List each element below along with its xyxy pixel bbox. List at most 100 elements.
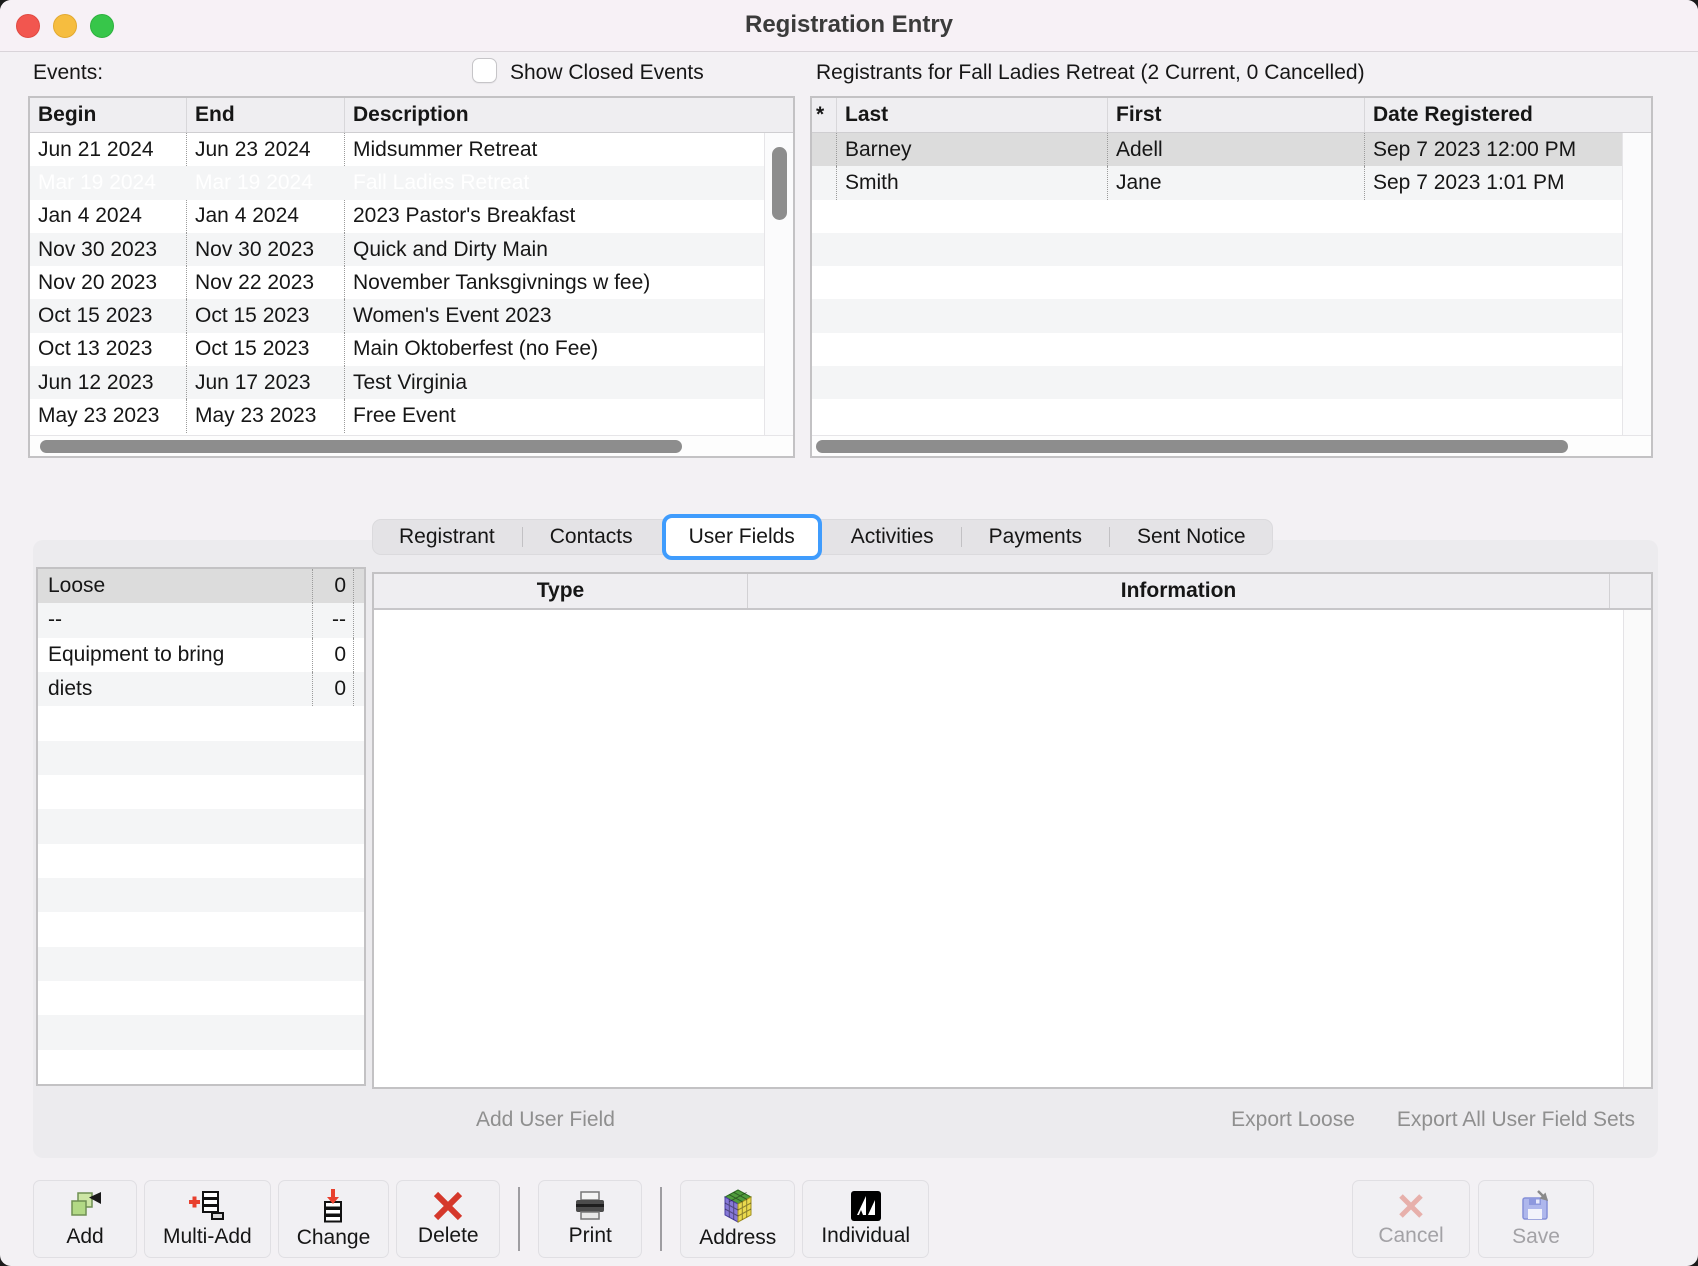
individual-button-label: Individual (821, 1224, 910, 1248)
event-row[interactable]: May 23 2023 May 23 2023 Free Event (30, 399, 764, 432)
individual-button[interactable]: Individual (802, 1180, 929, 1258)
empty-row (38, 947, 364, 981)
events-vertical-scrollbar-thumb[interactable] (772, 147, 787, 220)
field-set-row[interactable]: -- -- (38, 603, 364, 637)
tab-registrant[interactable]: Registrant (372, 519, 522, 555)
field-set-count: 0 (312, 672, 354, 706)
column-header-information[interactable]: Information (748, 574, 1609, 608)
save-button-label: Save (1512, 1225, 1560, 1249)
column-header-last[interactable]: Last (837, 98, 1108, 132)
column-header-description[interactable]: Description (345, 98, 793, 132)
field-set-count: 0 (312, 569, 354, 603)
registrants-horizontal-scrollbar-thumb[interactable] (816, 440, 1568, 453)
add-user-field-button[interactable]: Add User Field (476, 1108, 615, 1132)
event-row[interactable]: Nov 20 2023 Nov 22 2023 November Tanksgi… (30, 266, 764, 299)
multi-add-button-label: Multi-Add (163, 1225, 252, 1249)
field-set-row[interactable]: diets 0 (38, 672, 364, 706)
export-all-user-field-sets-button[interactable]: Export All User Field Sets (1397, 1108, 1635, 1132)
column-header-star[interactable]: * (812, 98, 837, 132)
event-row-selected[interactable]: Mar 19 2024 Mar 19 2024 Fall Ladies Retr… (30, 166, 764, 199)
empty-row (38, 912, 364, 946)
cell-description: Midsummer Retreat (345, 133, 764, 166)
tab-user-fields[interactable]: User Fields (662, 514, 822, 560)
cancel-button-label: Cancel (1378, 1224, 1443, 1248)
field-set-row-selected[interactable]: Loose 0 (38, 569, 364, 603)
registrants-horizontal-scrollbar (812, 435, 1651, 456)
registrants-table-body: Barney Adell Sep 7 2023 12:00 PM Smith J… (812, 133, 1622, 435)
events-horizontal-scrollbar-thumb[interactable] (40, 440, 682, 453)
registrant-row[interactable]: Smith Jane Sep 7 2023 1:01 PM (812, 166, 1622, 199)
empty-row (38, 706, 364, 740)
cell-description: Free Event (345, 399, 764, 432)
registrant-row-selected[interactable]: Barney Adell Sep 7 2023 12:00 PM (812, 133, 1622, 166)
multi-add-button[interactable]: Multi-Add (144, 1180, 271, 1258)
tab-contacts[interactable]: Contacts (523, 519, 660, 555)
add-button[interactable]: Add (33, 1180, 137, 1258)
registrants-title: Registrants for Fall Ladies Retreat (2 C… (816, 61, 1365, 85)
cell-begin: Jun 12 2023 (30, 366, 187, 399)
individual-icon (851, 1191, 881, 1221)
event-row[interactable]: Jun 21 2024 Jun 23 2024 Midsummer Retrea… (30, 133, 764, 166)
toolbar-divider (660, 1187, 662, 1251)
column-header-begin[interactable]: Begin (30, 98, 187, 132)
cell-begin: May 23 2023 (30, 399, 187, 432)
cell-description: Quick and Dirty Main (345, 233, 764, 266)
event-row[interactable]: Oct 15 2023 Oct 15 2023 Women's Event 20… (30, 299, 764, 332)
export-loose-button[interactable]: Export Loose (1231, 1108, 1355, 1132)
events-vertical-scrollbar (764, 133, 793, 435)
cell-end: Jun 17 2023 (187, 366, 345, 399)
cell-description: 2023 Pastor's Breakfast (345, 200, 764, 233)
cell-description: Fall Ladies Retreat (345, 166, 764, 199)
field-set-name: diets (38, 677, 312, 701)
event-row[interactable]: Jun 12 2023 Jun 17 2023 Test Virginia (30, 366, 764, 399)
cancel-icon (1396, 1191, 1426, 1221)
cell-begin: Oct 13 2023 (30, 333, 187, 366)
window-title: Registration Entry (0, 11, 1698, 39)
field-set-name: Equipment to bring (38, 643, 312, 667)
empty-row (38, 741, 364, 775)
print-button[interactable]: Print (538, 1180, 642, 1258)
empty-row (38, 878, 364, 912)
user-fields-table-body[interactable] (374, 610, 1623, 1087)
event-row[interactable]: Jan 4 2024 Jan 4 2024 2023 Pastor's Brea… (30, 200, 764, 233)
column-header-first[interactable]: First (1108, 98, 1365, 132)
cancel-button[interactable]: Cancel (1352, 1180, 1470, 1258)
column-header-date-registered[interactable]: Date Registered (1365, 98, 1651, 132)
field-set-count: -- (312, 603, 354, 637)
event-row[interactable]: Nov 30 2023 Nov 30 2023 Quick and Dirty … (30, 233, 764, 266)
tab-bar: Registrant Contacts User Fields Activiti… (372, 519, 1273, 555)
show-closed-events-checkbox[interactable] (472, 58, 497, 83)
change-button[interactable]: Change (278, 1180, 390, 1258)
cell-begin: Oct 15 2023 (30, 299, 187, 332)
cell-description: November Tanksgivnings w fee) (345, 266, 764, 299)
column-header-type[interactable]: Type (374, 574, 748, 608)
column-header-end[interactable]: End (187, 98, 345, 132)
user-fields-table: Type Information (372, 572, 1653, 1089)
rubiks-cube-icon (722, 1189, 754, 1223)
cell-last: Barney (837, 133, 1108, 166)
show-closed-events-label: Show Closed Events (510, 61, 704, 85)
empty-row (812, 266, 1622, 299)
print-icon (573, 1191, 607, 1221)
tab-payments[interactable]: Payments (962, 519, 1109, 555)
cell-begin: Jan 4 2024 (30, 200, 187, 233)
delete-icon (433, 1191, 463, 1221)
field-set-row[interactable]: Equipment to bring 0 (38, 638, 364, 672)
tab-sent-notice[interactable]: Sent Notice (1110, 519, 1273, 555)
multi-add-icon (189, 1190, 225, 1222)
cell-date-registered: Sep 7 2023 12:00 PM (1365, 133, 1622, 166)
empty-row (38, 809, 364, 843)
events-table-header: Begin End Description (30, 98, 793, 133)
delete-button[interactable]: Delete (396, 1180, 500, 1258)
event-row[interactable]: Oct 13 2023 Oct 15 2023 Main Oktoberfest… (30, 333, 764, 366)
empty-row (812, 233, 1622, 266)
change-icon (319, 1189, 347, 1223)
address-button[interactable]: Address (680, 1180, 795, 1258)
tab-activities[interactable]: Activities (824, 519, 961, 555)
bottom-toolbar: Add Multi-Add (33, 1180, 929, 1258)
empty-row (38, 844, 364, 878)
cell-end: Nov 22 2023 (187, 266, 345, 299)
save-button[interactable]: Save (1478, 1180, 1594, 1258)
cell-date-registered: Sep 7 2023 1:01 PM (1365, 166, 1622, 199)
field-set-name: -- (38, 608, 312, 632)
